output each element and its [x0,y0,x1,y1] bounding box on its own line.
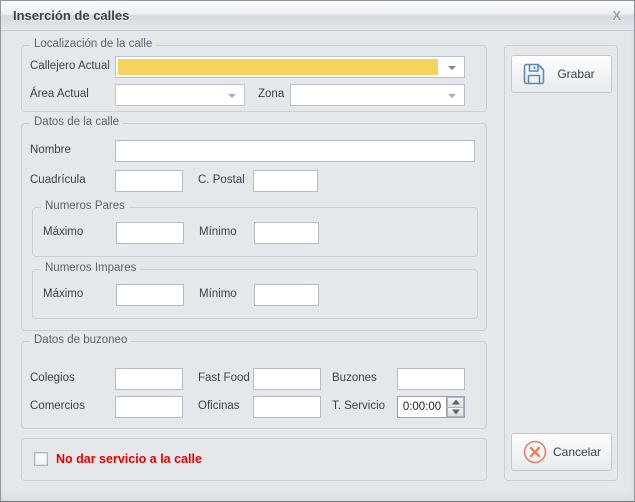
impares-minimo-input[interactable] [254,284,319,306]
close-icon[interactable]: X [612,8,621,23]
c-postal-input[interactable] [253,170,318,192]
pares-maximo-label: Máximo [43,226,83,238]
pares-minimo-input[interactable] [254,222,319,244]
arrow-up-icon [452,400,460,405]
area-actual-label: Área Actual [30,88,89,100]
callejero-actual-combo[interactable] [115,56,465,78]
t-servicio-value[interactable]: 0:00:00 [398,397,446,417]
zona-label: Zona [258,88,284,100]
buzones-input[interactable] [397,368,465,390]
group-datos-calle: Datos de la calle Nombre Cuadrícula C. P… [21,123,487,331]
colegios-label: Colegios [30,372,75,384]
arrow-down-icon [452,409,460,414]
cancelar-button[interactable]: Cancelar [511,433,612,471]
group-numeros-impares-title: Numeros Impares [41,262,140,274]
c-postal-label: C. Postal [198,174,245,186]
group-buzoneo: Datos de buzoneo Colegios Fast Food Buzo… [21,341,487,429]
area-actual-value [118,87,242,103]
callejero-actual-value [118,59,438,75]
group-datos-calle-title: Datos de la calle [30,116,123,128]
cancel-circle-x-icon [521,438,549,466]
group-servicio: No dar servicio a la calle [21,438,487,481]
save-floppy-icon [521,61,547,87]
dialog-title: Inserción de calles [13,1,129,30]
impares-maximo-label: Máximo [43,288,83,300]
oficinas-input[interactable] [253,396,321,418]
t-servicio-spinner[interactable]: 0:00:00 [397,396,465,418]
group-numeros-pares: Numeros Pares Máximo Mínimo [32,207,478,257]
spinner-up-button[interactable] [447,397,464,408]
group-buzoneo-title: Datos de buzoneo [30,334,131,346]
group-localizacion: Localización de la calle Callejero Actua… [21,45,487,112]
group-localizacion-title: Localización de la calle [30,38,156,50]
callejero-actual-label: Callejero Actual [30,60,110,72]
nombre-input[interactable] [115,140,475,162]
grabar-button-label: Grabar [547,67,611,81]
nombre-label: Nombre [30,144,71,156]
impares-maximo-input[interactable] [116,284,184,306]
cancelar-button-label: Cancelar [549,445,611,459]
titlebar: Inserción de calles X [1,1,634,31]
zona-combo[interactable] [290,84,465,106]
colegios-input[interactable] [115,368,183,390]
chevron-down-icon[interactable] [448,66,456,70]
area-actual-combo[interactable] [115,84,245,106]
buzones-label: Buzones [332,372,377,384]
spinner-down-button[interactable] [447,408,464,418]
group-numeros-impares: Numeros Impares Máximo Mínimo [32,269,478,319]
pares-minimo-label: Mínimo [199,226,237,238]
actions-panel: Grabar Cancelar [504,45,618,481]
pares-maximo-input[interactable] [116,222,184,244]
no-servicio-label: No dar servicio a la calle [56,452,202,466]
comercios-input[interactable] [115,396,183,418]
grabar-button[interactable]: Grabar [511,55,612,93]
group-numeros-pares-title: Numeros Pares [41,200,129,212]
cuadricula-label: Cuadrícula [30,174,86,186]
oficinas-label: Oficinas [198,400,240,412]
fast-food-input[interactable] [253,368,321,390]
fast-food-label: Fast Food [198,372,250,384]
zona-value [293,87,462,103]
insert-street-dialog: Inserción de calles X Localización de la… [0,0,635,502]
chevron-down-icon[interactable] [448,94,456,98]
no-servicio-checkbox[interactable] [34,452,48,466]
impares-minimo-label: Mínimo [199,288,237,300]
chevron-down-icon[interactable] [228,94,236,98]
t-servicio-label: T. Servicio [332,400,385,412]
spinner-buttons [446,397,464,417]
cuadricula-input[interactable] [115,170,183,192]
comercios-label: Comercios [30,400,85,412]
